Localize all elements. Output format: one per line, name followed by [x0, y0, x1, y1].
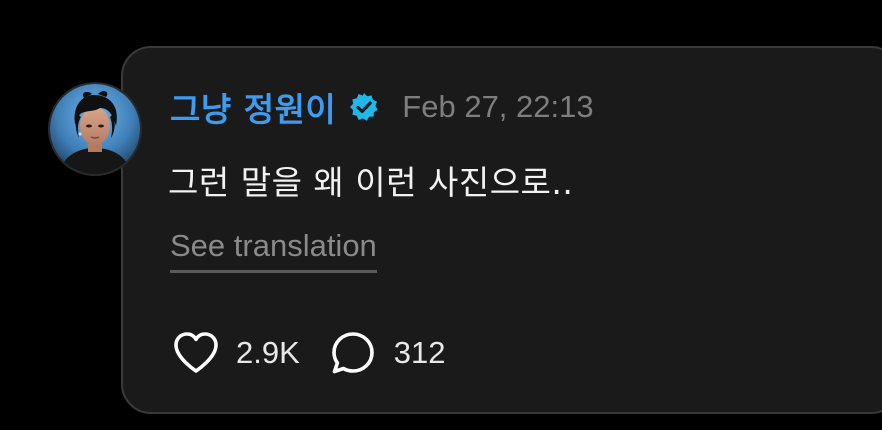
see-translation-link[interactable]: See translation	[170, 228, 377, 273]
comment-screen: 그냥 정원이 Feb 27, 22:13 그런 말을 왜 이런 사진으로.. S…	[0, 0, 882, 430]
comment-actions: 2.9K 312	[172, 330, 446, 376]
avatar[interactable]	[48, 82, 142, 176]
comment-text: 그런 말을 왜 이런 사진으로..	[168, 163, 574, 202]
like-button[interactable]: 2.9K	[172, 331, 300, 375]
speech-bubble-icon	[330, 330, 376, 376]
verified-badge-icon	[348, 91, 380, 123]
comment-header: 그냥 정원이 Feb 27, 22:13	[170, 84, 594, 130]
author-name[interactable]: 그냥 정원이	[170, 83, 336, 131]
heart-icon	[172, 331, 220, 375]
timestamp: Feb 27, 22:13	[402, 89, 594, 124]
reply-count: 312	[393, 335, 446, 370]
like-count: 2.9K	[236, 335, 300, 370]
avatar-image	[50, 84, 140, 174]
reply-button[interactable]: 312	[330, 330, 446, 376]
